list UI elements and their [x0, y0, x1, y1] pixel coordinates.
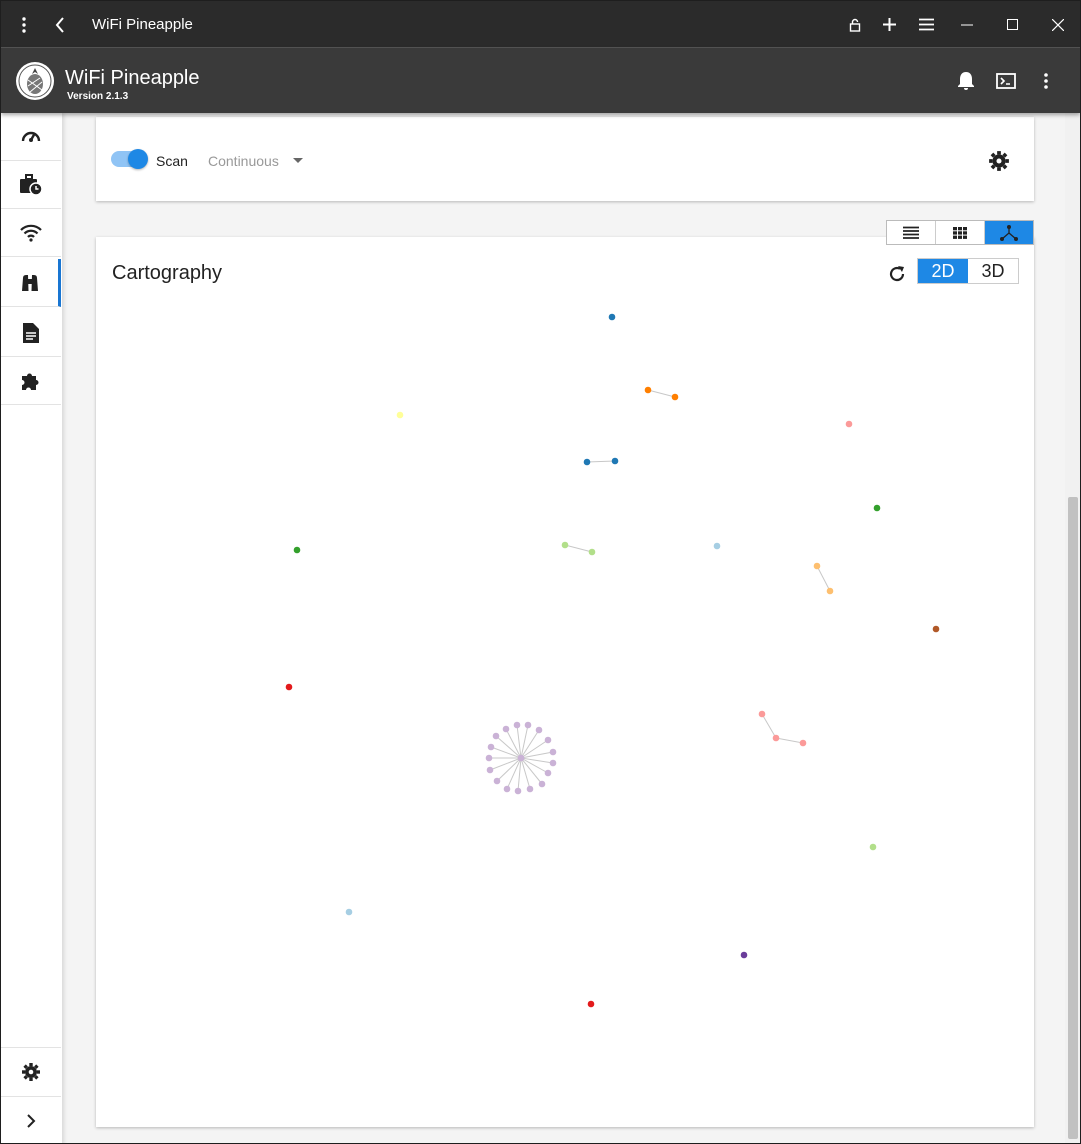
- chevron-down-icon[interactable]: [293, 158, 303, 163]
- sidebar-item-settings[interactable]: [1, 1047, 61, 1095]
- back-icon[interactable]: [42, 1, 78, 48]
- graph-node[interactable]: [485, 754, 493, 762]
- app-window: WiFi Pineapple WiFi Pineapple Version 2.…: [0, 0, 1081, 1144]
- wifi-icon: [20, 224, 42, 242]
- graph-node[interactable]: [561, 541, 569, 549]
- hamburger-menu-icon[interactable]: [908, 1, 944, 48]
- graph-node[interactable]: [487, 743, 495, 751]
- graph-node[interactable]: [535, 726, 543, 734]
- window-title: WiFi Pineapple: [92, 16, 193, 33]
- graph-node[interactable]: [549, 748, 557, 756]
- graph-node[interactable]: [544, 736, 552, 744]
- scrollbar[interactable]: [1065, 113, 1080, 1143]
- scrollbar-thumb[interactable]: [1068, 497, 1078, 1139]
- minimize-icon[interactable]: [949, 1, 985, 48]
- puzzle-icon: [22, 373, 39, 390]
- graph-node[interactable]: [293, 546, 301, 554]
- graph-node[interactable]: [513, 721, 521, 729]
- add-icon[interactable]: [871, 1, 907, 48]
- sidebar-item-pineap[interactable]: [1, 209, 61, 257]
- graph-node[interactable]: [813, 562, 821, 570]
- list-view-button[interactable]: [887, 221, 936, 244]
- pineapple-logo-icon: [16, 62, 54, 100]
- dimension-toggle: 2D 3D: [917, 258, 1019, 284]
- window-menu-icon[interactable]: [6, 1, 42, 48]
- binoculars-icon: [21, 274, 38, 291]
- sidebar: [1, 113, 62, 1143]
- graph-node[interactable]: [587, 1000, 595, 1008]
- graph-node[interactable]: [524, 721, 532, 729]
- graph-node[interactable]: [526, 785, 534, 793]
- graph-node[interactable]: [549, 759, 557, 767]
- 2d-button[interactable]: 2D: [918, 259, 968, 283]
- graph-node[interactable]: [514, 787, 522, 795]
- cartography-panel: Cartography 2D 3D: [96, 237, 1034, 1127]
- graph-node[interactable]: [608, 313, 616, 321]
- graph-node[interactable]: [538, 780, 546, 788]
- refresh-icon[interactable]: [887, 264, 907, 284]
- close-icon[interactable]: [1040, 1, 1076, 48]
- graph-node[interactable]: [502, 725, 510, 733]
- title-bar: WiFi Pineapple: [1, 1, 1080, 48]
- graph-node[interactable]: [644, 386, 652, 394]
- sidebar-item-dashboard[interactable]: [1, 113, 61, 161]
- sidebar-item-logs[interactable]: [1, 309, 61, 357]
- graph-icon: [1000, 224, 1018, 241]
- graph-node[interactable]: [713, 542, 721, 550]
- graph-node[interactable]: [493, 777, 501, 785]
- graph-view-button[interactable]: [985, 221, 1033, 244]
- document-icon: [23, 322, 39, 343]
- graph-node[interactable]: [544, 769, 552, 777]
- chevron-right-icon: [27, 1113, 36, 1128]
- 3d-button[interactable]: 3D: [968, 259, 1018, 283]
- notifications-bell-icon[interactable]: [951, 66, 981, 96]
- more-menu-icon[interactable]: [1031, 66, 1061, 96]
- lock-icon[interactable]: [837, 1, 873, 48]
- sidebar-item-campaigns[interactable]: [1, 161, 61, 209]
- graph-node[interactable]: [932, 625, 940, 633]
- graph-node[interactable]: [588, 548, 596, 556]
- sidebar-item-recon[interactable]: [1, 259, 61, 307]
- app-title: WiFi Pineapple: [65, 67, 200, 89]
- graph-node[interactable]: [772, 734, 780, 742]
- graph-node[interactable]: [345, 908, 353, 916]
- graph-node[interactable]: [486, 766, 494, 774]
- app-header: WiFi Pineapple Version 2.1.3: [1, 48, 1080, 113]
- scan-panel: Scan Continuous: [96, 117, 1034, 201]
- terminal-icon[interactable]: [991, 66, 1021, 96]
- sidebar-expand-button[interactable]: [1, 1096, 61, 1143]
- graph-node[interactable]: [396, 411, 404, 419]
- view-mode-toggle: [886, 220, 1034, 245]
- graph-node[interactable]: [517, 754, 525, 762]
- graph-node[interactable]: [758, 710, 766, 718]
- grid-view-button[interactable]: [936, 221, 985, 244]
- graph-node[interactable]: [583, 458, 591, 466]
- graph-node[interactable]: [873, 504, 881, 512]
- briefcase-clock-icon: [20, 173, 43, 196]
- list-icon: [903, 226, 919, 239]
- graph-node[interactable]: [285, 683, 293, 691]
- gear-icon: [22, 1062, 40, 1081]
- graph-node[interactable]: [503, 785, 511, 793]
- graph-node[interactable]: [845, 420, 853, 428]
- scan-toggle[interactable]: [111, 149, 148, 169]
- scan-settings-gear-icon[interactable]: [988, 150, 1010, 172]
- graph-node[interactable]: [799, 739, 807, 747]
- graph-node[interactable]: [826, 587, 834, 595]
- graph-node[interactable]: [740, 951, 748, 959]
- cartography-title: Cartography: [112, 262, 223, 284]
- speedometer-icon: [21, 131, 41, 142]
- app-version: Version 2.1.3: [67, 91, 129, 102]
- sidebar-item-modules[interactable]: [1, 357, 61, 405]
- scan-mode-select[interactable]: Continuous: [208, 153, 279, 169]
- graph-node[interactable]: [492, 732, 500, 740]
- maximize-icon[interactable]: [994, 1, 1030, 48]
- graph-node[interactable]: [671, 393, 679, 401]
- graph-node[interactable]: [869, 843, 877, 851]
- scan-label: Scan: [156, 153, 188, 169]
- grid-icon: [953, 226, 967, 239]
- graph-node[interactable]: [611, 457, 619, 465]
